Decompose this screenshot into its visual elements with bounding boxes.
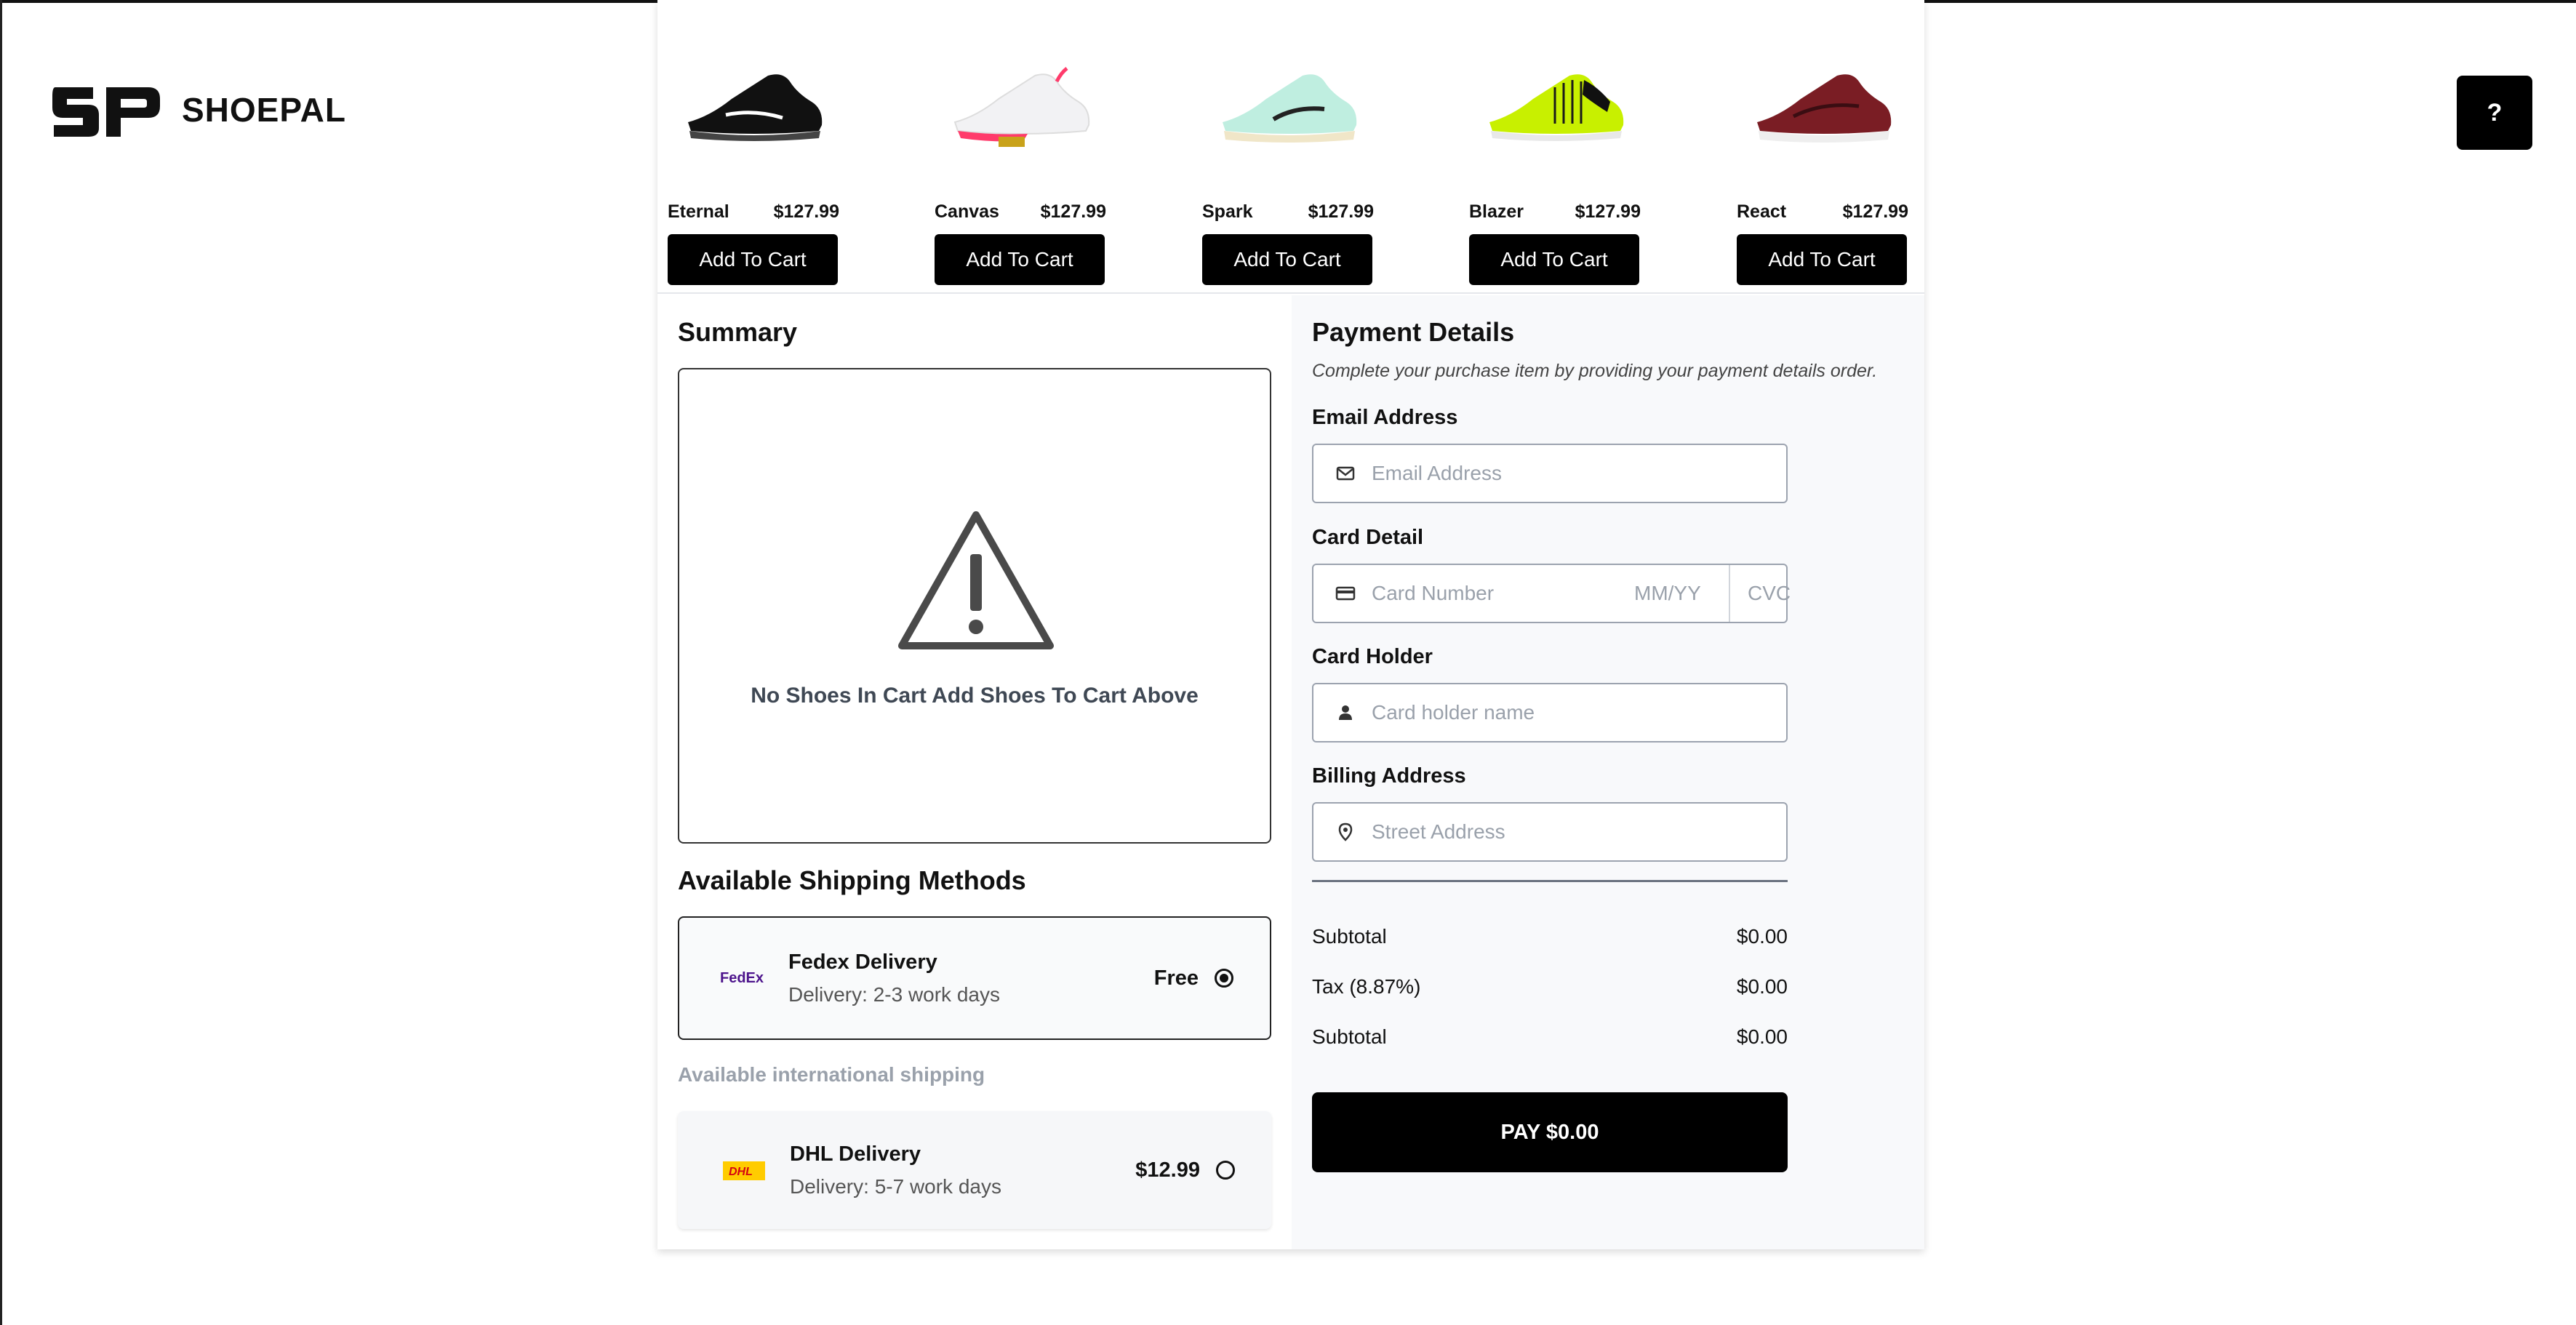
product-price: $127.99 [1842,201,1908,222]
tax-value: $0.00 [1736,975,1788,998]
shipping-info: DHL Delivery Delivery: 5-7 work days [790,1142,1135,1198]
shipping-option-dhl[interactable]: DHL DHL Delivery Delivery: 5-7 work days… [678,1111,1271,1229]
product-strip: Eternal $127.99 Add To Cart Canvas $127.… [657,0,1924,294]
brand-name: SHOEPAL [182,91,346,129]
shipping-radio-unselected[interactable] [1216,1161,1235,1180]
product-card-spark: Spark $127.99 Add To Cart [1202,58,1374,285]
window-left-border [0,0,2,1325]
card-holder-input[interactable] [1372,684,1786,741]
summary-heading: Summary [678,317,798,347]
shipping-price: Free [1153,966,1199,990]
shoe-image [1489,74,1624,141]
totals-divider [1312,880,1788,882]
warning-icon [898,511,1054,649]
shoepal-logo-icon [52,87,160,137]
mail-icon [1336,466,1355,481]
card-holder-label: Card Holder [1312,645,1433,668]
help-button[interactable]: ? [2457,76,2532,150]
product-name: Eternal [668,201,729,222]
product-price: $127.99 [1308,201,1374,222]
email-field [1312,444,1788,503]
add-to-cart-button[interactable]: Add To Cart [1202,234,1372,285]
shipping-radio-selected[interactable] [1215,969,1233,988]
brand-logo[interactable]: SHOEPAL [52,81,346,138]
dhl-logo-icon: DHL [723,1161,765,1180]
empty-cart-message: No Shoes In Cart Add Shoes To Cart Above [751,684,1199,708]
shoe-image [688,74,823,141]
checkout-card: Eternal $127.99 Add To Cart Canvas $127.… [657,0,1924,1249]
shipping-option-fedex[interactable]: FedEx Fedex Delivery Delivery: 2-3 work … [678,916,1271,1040]
product-name: React [1737,201,1787,222]
shoe-image [1223,74,1357,143]
add-to-cart-button[interactable]: Add To Cart [668,234,838,285]
product-name: Blazer [1469,201,1524,222]
user-icon [1339,705,1352,720]
billing-address-field [1312,802,1788,862]
product-card-eternal: Eternal $127.99 Add To Cart [668,58,839,285]
svg-text:FedEx: FedEx [720,970,764,986]
product-price: $127.99 [1575,201,1641,222]
product-price: $127.99 [773,201,839,222]
shipping-days: Delivery: 5-7 work days [790,1174,1001,1198]
international-shipping-label: Available international shipping [678,1063,985,1086]
shoe-image [1757,74,1892,143]
card-expiry-input[interactable] [1634,565,1729,622]
product-card-canvas: Canvas $127.99 Add To Cart [935,58,1106,285]
subtotal-label: Subtotal [1312,925,1387,948]
empty-cart-box: No Shoes In Cart Add Shoes To Cart Above [678,368,1271,844]
email-input[interactable] [1372,445,1786,502]
card-number-input[interactable] [1372,565,1634,622]
payment-description: Complete your purchase item by providing… [1312,361,1878,381]
svg-text:DHL: DHL [729,1166,753,1178]
credit-card-icon [1335,586,1356,601]
billing-address-input[interactable] [1372,804,1786,860]
tax-row: Tax (8.87%) $0.00 [1312,975,1788,998]
card-holder-field [1312,683,1788,742]
shipping-days: Delivery: 2-3 work days [788,982,1000,1006]
payment-heading: Payment Details [1312,317,1515,347]
shipping-name: DHL Delivery [790,1142,921,1166]
email-label: Email Address [1312,406,1458,429]
product-card-react: React $127.99 Add To Cart [1737,58,1908,285]
shipping-heading: Available Shipping Methods [678,865,1026,895]
pay-button[interactable]: PAY $0.00 [1312,1092,1788,1172]
add-to-cart-button[interactable]: Add To Cart [935,234,1105,285]
total-row: Subtotal $0.00 [1312,1025,1788,1049]
total-label: Subtotal [1312,1025,1387,1048]
product-name: Spark [1202,201,1253,222]
product-card-blazer: Blazer $127.99 Add To Cart [1469,58,1641,285]
radio-dot [1220,974,1228,982]
add-to-cart-button[interactable]: Add To Cart [1737,234,1907,285]
total-value: $0.00 [1736,1025,1788,1048]
fedex-logo-icon: FedEx [720,970,764,986]
card-cvc-input[interactable] [1729,565,1809,622]
card-detail-label: Card Detail [1312,526,1424,549]
shipping-name: Fedex Delivery [788,950,937,974]
shoe-image [953,67,1090,147]
tax-label: Tax (8.87%) [1312,975,1421,998]
subtotal-row: Subtotal $0.00 [1312,925,1788,948]
shipping-info: Fedex Delivery Delivery: 2-3 work days [788,950,1154,1006]
card-detail-field [1312,564,1809,623]
product-name: Canvas [935,201,999,222]
add-to-cart-button[interactable]: Add To Cart [1469,234,1639,285]
location-pin-icon [1338,822,1353,841]
product-price: $127.99 [1040,201,1106,222]
shipping-price: $12.99 [1135,1158,1200,1182]
billing-address-label: Billing Address [1312,764,1466,788]
subtotal-value: $0.00 [1736,925,1788,948]
